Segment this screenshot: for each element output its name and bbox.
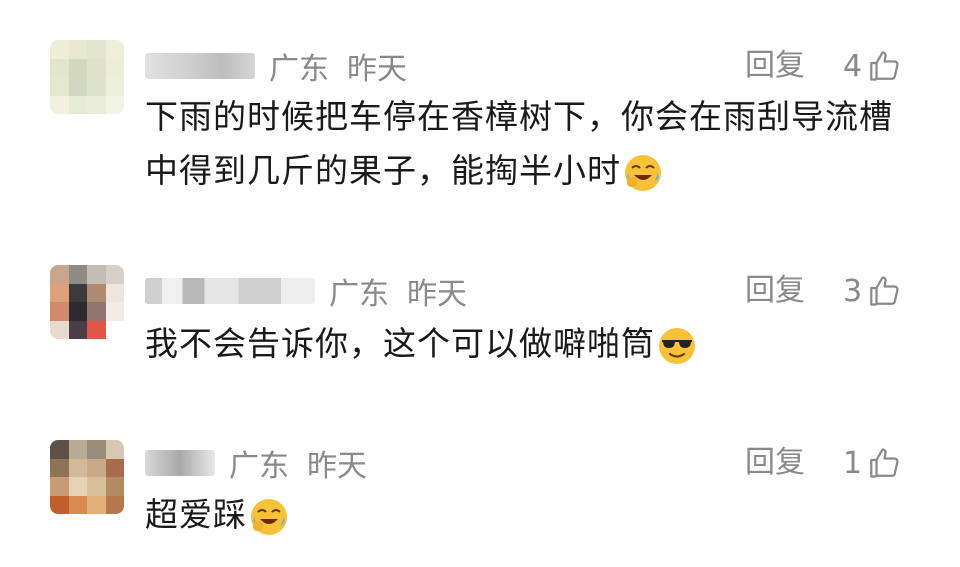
thumbs-up-icon <box>870 276 899 306</box>
reply-button[interactable]: 回复 <box>745 46 805 86</box>
comment-text: 我不会告诉你，这个可以做噼啪筒 <box>145 317 925 371</box>
comment-location: 广东 <box>269 52 329 87</box>
comment-meta: 广东 昨天 <box>145 443 367 484</box>
reply-button[interactable]: 回复 <box>745 443 805 483</box>
thumbs-up-icon <box>870 448 899 478</box>
thumbs-up-icon <box>870 51 899 81</box>
comment-text: 超爱踩 <box>145 488 925 542</box>
username-redacted[interactable] <box>145 450 215 476</box>
sunglasses-face-icon <box>659 327 695 364</box>
comment-text-content: 超爱踩 <box>145 495 247 534</box>
like-count: 4 <box>843 48 863 84</box>
avatar[interactable] <box>50 265 124 339</box>
comment-text-content: 我不会告诉你，这个可以做噼啪筒 <box>145 324 655 363</box>
like-count: 1 <box>843 445 863 481</box>
avatar[interactable] <box>50 40 124 114</box>
like-count: 3 <box>843 273 863 309</box>
comment-meta: 广东 昨天 <box>145 271 467 312</box>
like-button[interactable]: 3 <box>843 271 902 311</box>
username-redacted[interactable] <box>145 278 315 304</box>
username-redacted[interactable] <box>145 53 255 79</box>
avatar[interactable] <box>50 440 124 514</box>
comment-text: 下雨的时候把车停在香樟树下，你会在雨刮导流槽中得到几斤的果子，能掏半小时 <box>145 90 925 198</box>
reply-button[interactable]: 回复 <box>745 271 805 311</box>
crying-laughing-icon <box>251 498 287 535</box>
comment-time: 昨天 <box>347 52 407 87</box>
comment-location: 广东 <box>229 449 289 484</box>
comment-time: 昨天 <box>407 277 467 312</box>
comment-time: 昨天 <box>307 449 367 484</box>
comment-text-content: 下雨的时候把车停在香樟树下，你会在雨刮导流槽中得到几斤的果子，能掏半小时 <box>145 97 893 190</box>
like-button[interactable]: 4 <box>843 46 902 86</box>
crying-laughing-icon <box>625 154 661 191</box>
like-button[interactable]: 1 <box>843 443 902 483</box>
comment-location: 广东 <box>329 277 389 312</box>
comment-meta: 广东 昨天 <box>145 46 407 87</box>
